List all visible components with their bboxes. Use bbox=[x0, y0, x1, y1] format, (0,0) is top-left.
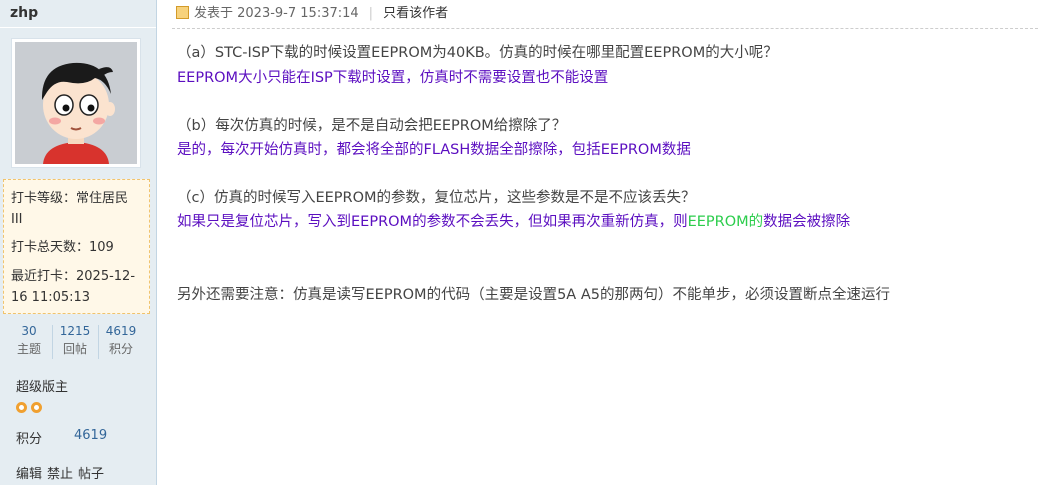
post-main: 发表于 2023-9-7 15:37:14 | 只看该作者 （a）STC-ISP下载… bbox=[157, 0, 1038, 485]
answer-c-part3: 数据会被擦除 bbox=[763, 214, 851, 230]
answer-c-part1: 如果只是复位芯片，写入到EEPROM的参数不会丢失，但如果再次重新仿真，则 bbox=[177, 214, 688, 230]
divider bbox=[0, 27, 156, 28]
checkin-panel: 打卡等级：常住居民 III 打卡总天数：109 最近打卡：2025-12- 16… bbox=[3, 179, 150, 314]
stat-label: 积分 bbox=[108, 342, 133, 356]
stat-replies[interactable]: 1215 回帖 bbox=[53, 323, 97, 358]
question-a: （a）STC-ISP下载的时候设置EEPROM为40KB。仿真的时候在哪里配置E… bbox=[177, 45, 778, 61]
avatar-image bbox=[15, 42, 137, 164]
post-time: 发表于 2023-9-7 15:37:14 bbox=[194, 6, 359, 21]
ban-link[interactable]: 禁止 bbox=[47, 467, 73, 482]
only-author-link[interactable]: 只看该作者 bbox=[383, 6, 448, 21]
checkin-level: 打卡等级：常住居民 bbox=[11, 191, 129, 206]
post-note: 另外还需要注意：仿真是读写EEPROM的代码（主要是设置5A A5的那两句）不能… bbox=[177, 287, 890, 303]
stat-value: 30 bbox=[21, 324, 37, 338]
question-b: （b）每次仿真的时候，是不是自动会把EEPROM给擦除了？ bbox=[177, 118, 567, 134]
avatar[interactable] bbox=[11, 38, 141, 168]
edit-link[interactable]: 编辑 bbox=[16, 467, 42, 482]
score-value: 4619 bbox=[74, 428, 108, 443]
answer-b: 是的，每次开始仿真时，都会将全部的FLASH数据全部擦除，包括EEPROM数据 bbox=[177, 142, 691, 158]
separator: | bbox=[368, 6, 374, 21]
post-header: 发表于 2023-9-7 15:37:14 | 只看该作者 bbox=[176, 4, 448, 24]
stat-label: 主题 bbox=[16, 342, 41, 356]
checkin-level-cont: III bbox=[11, 212, 23, 227]
user-score: 积分 4619 bbox=[16, 428, 107, 447]
user-stats: 30 主题 1215 回帖 4619 积分 bbox=[6, 323, 141, 361]
stat-value: 1215 bbox=[59, 324, 91, 338]
star-icon bbox=[16, 402, 27, 413]
stat-value: 4619 bbox=[105, 324, 137, 338]
author-sidebar: zhp 打卡等级：常住居民 III 打卡总天数：109 最近打卡：2025-12… bbox=[0, 0, 157, 485]
stat-topics[interactable]: 30 主题 bbox=[7, 323, 51, 358]
question-c: （c）仿真的时候写入EEPROM的参数，复位芯片，这些参数是不是不应该丢失？ bbox=[177, 190, 696, 206]
checkin-recent-cont: 16 11:05:13 bbox=[11, 290, 91, 305]
author-name[interactable]: zhp bbox=[10, 5, 38, 21]
score-label: 积分 bbox=[16, 432, 43, 447]
divider bbox=[172, 28, 1038, 29]
star-icon bbox=[31, 402, 42, 413]
answer-c: 如果只是复位芯片，写入到EEPROM的参数不会丢失，但如果再次重新仿真，则EEP… bbox=[177, 210, 850, 231]
checkin-recent: 最近打卡：2025-12- bbox=[11, 269, 136, 284]
rank-stars bbox=[16, 401, 46, 417]
answer-a: EEPROM大小只能在ISP下载时设置，仿真时不需要设置也不能设置 bbox=[177, 70, 609, 86]
stat-points[interactable]: 4619 积分 bbox=[99, 323, 143, 358]
stat-label: 回帖 bbox=[62, 342, 87, 356]
post-icon bbox=[176, 6, 189, 19]
admin-links: 编辑 禁止 帖子 bbox=[16, 463, 109, 482]
answer-c-highlight: EEPROM的 bbox=[687, 214, 764, 230]
user-rank[interactable]: 超级版主 bbox=[16, 376, 68, 395]
checkin-total: 打卡总天数：109 bbox=[11, 240, 114, 255]
posts-link[interactable]: 帖子 bbox=[78, 467, 104, 482]
